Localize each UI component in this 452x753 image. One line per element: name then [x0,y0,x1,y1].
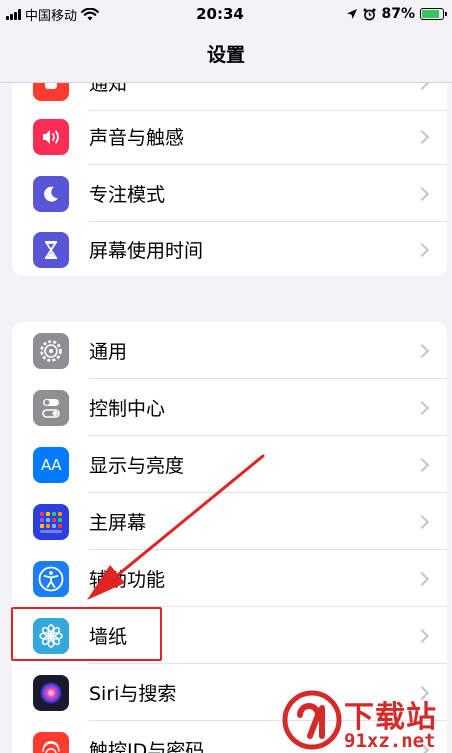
chevron-right-icon [414,628,430,643]
wifi-icon [81,7,99,20]
settings-row-display-brightness[interactable]: AA 显示与亮度 [12,436,447,493]
moon-icon [33,175,69,212]
nav-bar-divider [0,82,452,83]
settings-group-notifications: 通知 声音与触感 专注模式 屏幕使用时间 [12,55,447,276]
settings-row-general[interactable]: 通用 [12,322,447,379]
carrier-name: 中国移动 [25,8,78,24]
alarm-clock-icon [363,8,376,20]
cellular-signal-icon [6,8,21,20]
status-time: 20:34 [196,5,244,23]
gear-icon [33,332,69,369]
settings-row-label: 屏幕使用时间 [89,240,204,262]
settings-row-home-screen[interactable]: 主屏幕 [12,493,447,550]
chevron-right-icon [414,571,430,586]
toggles-icon [33,389,69,426]
watermark-domain: 91xz.net [344,730,436,752]
location-arrow-icon [347,9,358,19]
home-grid-icon [33,503,69,540]
battery-icon [420,8,447,20]
chevron-right-icon [414,242,430,257]
settings-row-label: 声音与触感 [89,127,185,149]
settings-row-screen-time[interactable]: 屏幕使用时间 [12,221,447,276]
settings-row-label: 触控ID与密码 [89,740,205,753]
hourglass-icon [33,231,69,268]
settings-row-label: 控制中心 [89,398,166,420]
settings-row-accessibility[interactable]: 辅助功能 [12,550,447,607]
chevron-right-icon [414,343,430,358]
settings-row-label: 专注模式 [89,184,166,206]
status-left: 中国移动 [6,5,156,24]
watermark-logo-icon [282,690,342,750]
siri-icon [33,674,69,711]
settings-row-sounds-haptics[interactable]: 声音与触感 [12,108,447,165]
chevron-right-icon [414,129,430,144]
chevron-right-icon [414,457,430,472]
status-bar: 中国移动 20:34 87% [0,0,452,28]
settings-row-label: Siri与搜索 [89,683,177,705]
status-right: 87% [324,6,447,22]
settings-row-label: 辅助功能 [89,569,166,591]
settings-row-label: 显示与亮度 [89,455,185,477]
highlight-box [11,607,162,661]
aa-icon: AA [33,446,69,483]
fingerprint-icon [33,731,69,753]
watermark: 下载站 91xz.net [282,690,452,753]
settings-row-label: 主屏幕 [89,512,147,534]
settings-group-general: 通用 控制中心 AA 显示与亮度 主屏幕 辅助功能 墙纸 Siri与搜索 触控I… [12,322,447,753]
chevron-right-icon [414,514,430,529]
nav-bar-title: 设置 [206,44,245,66]
battery-percentage: 87% [381,6,415,22]
settings-row-control-center[interactable]: 控制中心 [12,379,447,436]
speaker-icon [33,118,69,155]
settings-row-focus[interactable]: 专注模式 [12,165,447,222]
chevron-right-icon [414,186,430,201]
chevron-right-icon [414,400,430,415]
settings-row-label: 通用 [89,341,128,363]
accessibility-icon [33,560,69,597]
